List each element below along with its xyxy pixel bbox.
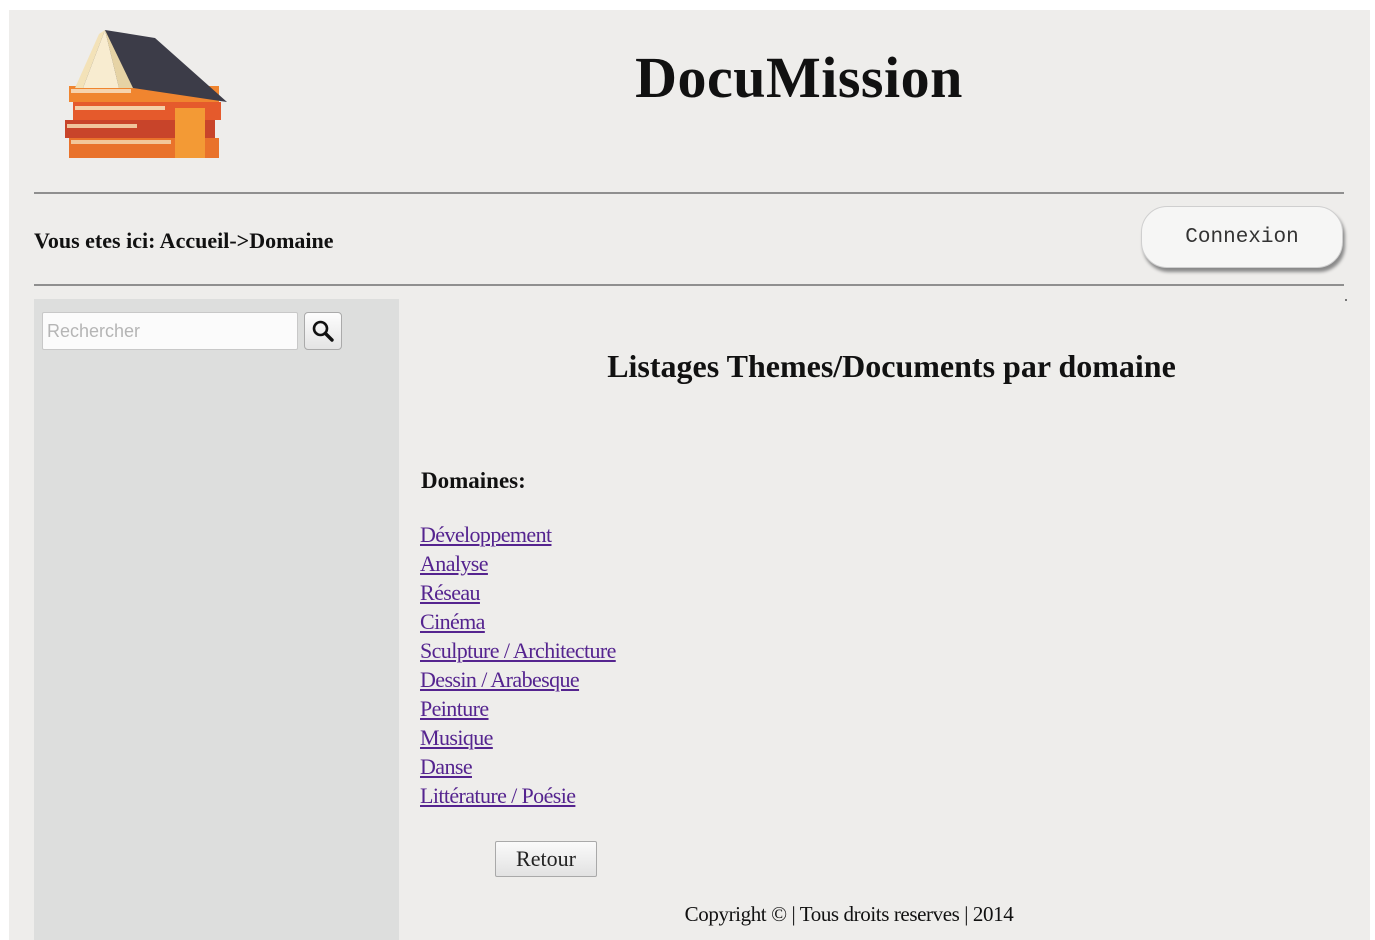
login-button[interactable]: Connexion	[1141, 206, 1343, 268]
sidebar	[34, 299, 399, 940]
list-item: Littérature / Poésie	[420, 781, 616, 810]
site-title: DocuMission	[635, 45, 963, 110]
search-icon	[312, 320, 334, 342]
domains-heading: Domaines:	[421, 468, 526, 493]
breadcrumb-divider	[34, 284, 1344, 286]
list-item: Dessin / Arabesque	[420, 665, 616, 694]
domain-list: Développement Analyse Réseau Cinéma Scul…	[420, 520, 616, 810]
books-house-icon	[65, 30, 227, 158]
list-item: Danse	[420, 752, 616, 781]
domain-link[interactable]: Littérature / Poésie	[420, 783, 576, 808]
domain-link[interactable]: Dessin / Arabesque	[420, 667, 580, 692]
list-item: Sculpture / Architecture	[420, 636, 616, 665]
header-divider	[34, 192, 1344, 194]
domain-link[interactable]: Peinture	[420, 696, 489, 721]
domain-link[interactable]: Danse	[420, 754, 473, 779]
back-button[interactable]: Retour	[495, 841, 597, 877]
domain-link[interactable]: Développement	[420, 522, 552, 547]
domain-link[interactable]: Cinéma	[420, 609, 485, 634]
list-item: Développement	[420, 520, 616, 549]
domain-link[interactable]: Sculpture / Architecture	[420, 638, 616, 663]
site-logo[interactable]	[35, 18, 253, 166]
page: DocuMission Vous etes ici: Accueil->Doma…	[9, 10, 1370, 940]
divider-dot	[1345, 299, 1347, 301]
list-item: Cinéma	[420, 607, 616, 636]
list-item: Musique	[420, 723, 616, 752]
list-item: Réseau	[420, 578, 616, 607]
list-item: Analyse	[420, 549, 616, 578]
breadcrumb: Vous etes ici: Accueil->Domaine	[34, 228, 334, 253]
domain-link[interactable]: Musique	[420, 725, 493, 750]
content-title: Listages Themes/Documents par domaine	[607, 348, 1176, 384]
footer-copyright: Copyright © | Tous droits reserves | 201…	[684, 902, 1014, 926]
domain-link[interactable]: Analyse	[420, 551, 489, 576]
search-input[interactable]	[42, 312, 298, 350]
domain-link[interactable]: Réseau	[420, 580, 481, 605]
search-button[interactable]	[304, 312, 342, 350]
list-item: Peinture	[420, 694, 616, 723]
